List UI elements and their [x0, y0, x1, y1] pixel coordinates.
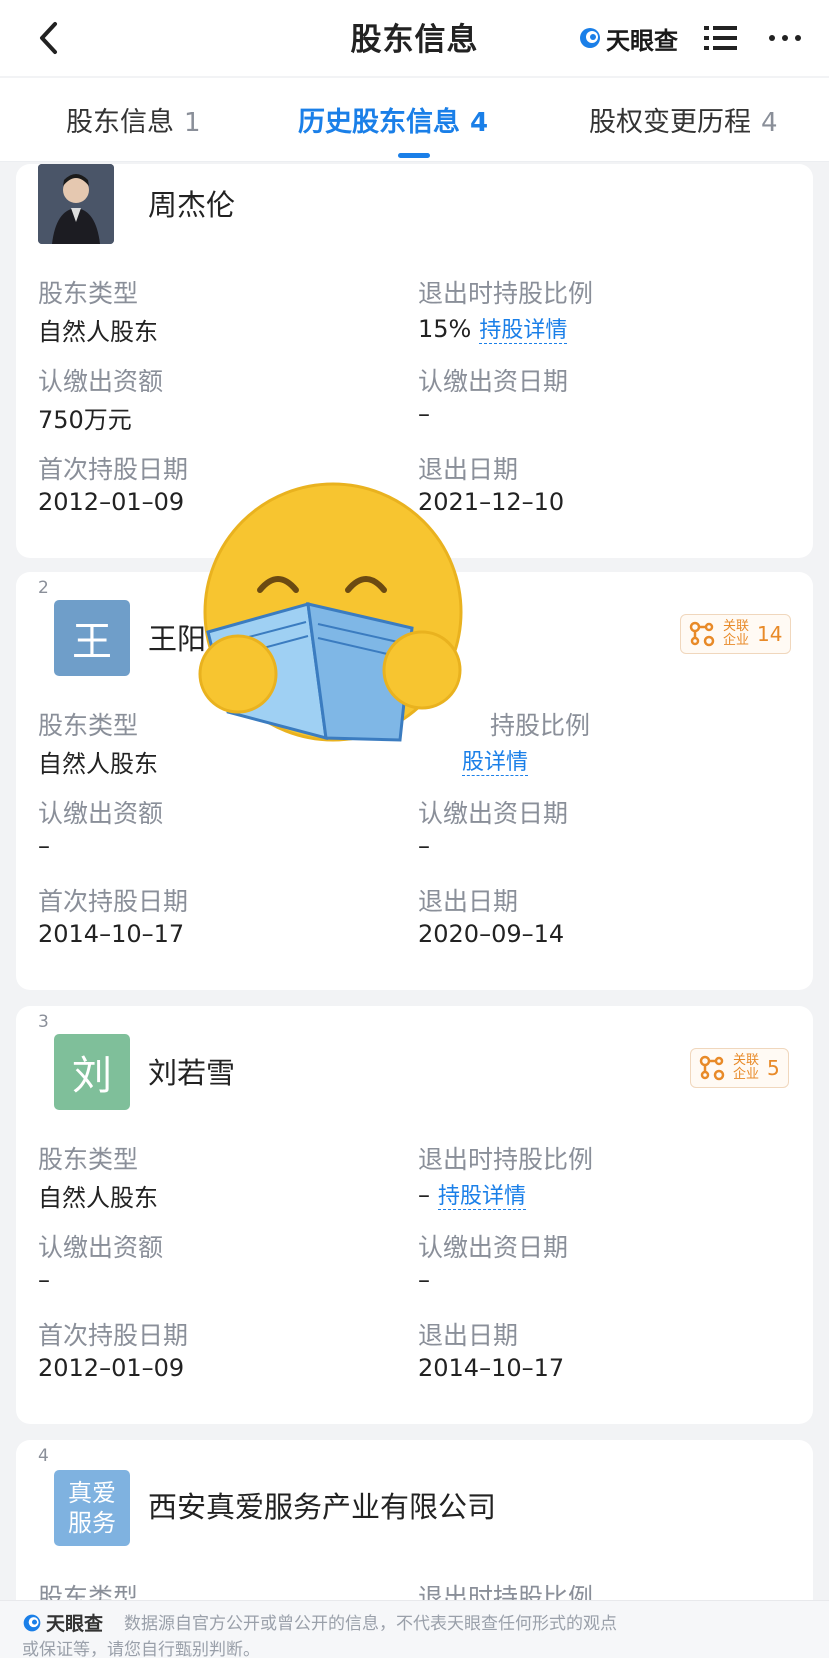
tab-count: 4	[470, 108, 489, 138]
related-companies-badge[interactable]: 关联企业 14	[680, 614, 792, 654]
field-label-type: 股东类型	[38, 279, 139, 308]
avatar: 王	[54, 600, 130, 676]
holding-detail-link[interactable]: 股详情	[462, 750, 529, 776]
field-value-first-date: 2012–01–09	[38, 1354, 185, 1382]
footer-brand-name: 天眼查	[46, 1613, 104, 1635]
field-value-contrib-date: –	[418, 400, 430, 428]
holding-detail-link[interactable]: 持股详情	[438, 1184, 527, 1210]
menu-icon[interactable]	[702, 20, 740, 56]
field-label-ratio: 退出时持股比例	[418, 279, 594, 308]
field-label-ratio: 持股比例	[490, 711, 591, 740]
network-icon	[699, 1055, 725, 1081]
field-value-contrib-date: –	[418, 832, 430, 860]
card-index: 3	[38, 1012, 49, 1032]
field-label-first-date: 首次持股日期	[38, 887, 189, 916]
shareholder-name[interactable]: 周杰伦	[148, 182, 235, 224]
network-icon	[689, 621, 715, 647]
field-label-exit-date: 退出日期	[418, 887, 519, 916]
related-companies-badge[interactable]: 关联企业 5	[690, 1048, 789, 1088]
shareholder-name[interactable]: 刘若雪	[148, 1050, 235, 1092]
field-value-ratio: – 持股详情	[418, 1178, 527, 1210]
tab-label: 历史股东信息	[298, 107, 460, 138]
badge-label: 关联企业	[732, 1053, 759, 1082]
tab-shareholder-info[interactable]: 股东信息 1	[66, 100, 201, 139]
tab-history-shareholders[interactable]: 历史股东信息 4	[298, 100, 488, 139]
avatar-line: 服务	[68, 1509, 116, 1537]
tab-count: 4	[761, 108, 778, 138]
field-label-exit-date: 退出日期	[418, 455, 519, 484]
field-value-first-date: 2014–10–17	[38, 920, 185, 948]
shareholder-card[interactable]: 3 刘 刘若雪 关联企业 5 股东类型 退出时持股比例 自然人股东 – 持股详情 …	[16, 1006, 813, 1424]
avatar-line: 真爱	[68, 1479, 116, 1507]
field-label-contrib-date: 认缴出资日期	[418, 799, 569, 828]
tianyancha-logo: 天眼查	[578, 20, 678, 56]
disclaimer-text: 数据源自官方公开或曾公开的信息，不代表天眼查任何形式的观点	[124, 1614, 617, 1634]
field-label-type: 股东类型	[38, 1145, 139, 1174]
field-value-exit-date: 2020–09–14	[418, 920, 565, 948]
brand-icon	[23, 1614, 41, 1631]
badge-count: 14	[757, 622, 783, 646]
footer-logo: 天眼查	[22, 1609, 103, 1636]
card-index: 4	[38, 1446, 49, 1466]
holding-detail-link[interactable]: 持股详情	[479, 318, 568, 344]
tab-bar: 股东信息 1 历史股东信息 4 股权变更历程 4	[0, 78, 829, 162]
field-value-amount: –	[38, 1266, 50, 1294]
field-label-ratio: 退出时持股比例	[418, 1145, 594, 1174]
disclaimer-text: 或保证等，请您自行甄别判断。	[22, 1640, 260, 1658]
tab-count: 1	[184, 108, 201, 138]
field-value-first-date: 2012–01–09	[38, 488, 185, 516]
field-label-first-date: 首次持股日期	[38, 1321, 189, 1350]
footer-disclaimer: 天眼查 数据源自官方公开或曾公开的信息，不代表天眼查任何形式的观点 或保证等，请…	[0, 1600, 829, 1658]
field-value-exit-date: 2014–10–17	[418, 1354, 565, 1382]
badge-count: 5	[767, 1056, 780, 1080]
field-value-amount: –	[38, 832, 50, 860]
field-label-exit-date: 退出日期	[418, 1321, 519, 1350]
field-value-amount: 750万元	[38, 406, 132, 434]
field-value-contrib-date: –	[418, 1266, 430, 1294]
field-value-type: 自然人股东	[38, 318, 158, 346]
field-value-type: 自然人股东	[38, 750, 158, 778]
brand-icon	[580, 28, 600, 48]
field-label-amount: 认缴出资额	[38, 799, 164, 828]
field-label-amount: 认缴出资额	[38, 367, 164, 396]
avatar: 刘	[54, 1034, 130, 1110]
brand-name: 天眼查	[606, 26, 678, 55]
top-bar: 股东信息 天眼查	[0, 0, 829, 76]
badge-label: 关联企业	[722, 619, 749, 648]
field-label-type: 股东类型	[38, 711, 139, 740]
back-icon[interactable]	[28, 16, 68, 60]
shareholder-name[interactable]: 西安真爱服务产业有限公司	[148, 1484, 496, 1526]
tab-label: 股权变更历程	[589, 107, 751, 138]
company-avatar: 真爱 服务	[54, 1470, 130, 1546]
active-tab-indicator	[398, 153, 430, 158]
ratio-text: –	[418, 1181, 430, 1209]
ratio-text: 15%	[418, 315, 472, 343]
tab-equity-change[interactable]: 股权变更历程 4	[589, 100, 778, 139]
card-index: 2	[38, 578, 49, 598]
reading-emoji-sticker	[198, 482, 463, 742]
tab-label: 股东信息	[66, 107, 174, 138]
avatar-photo	[38, 164, 114, 244]
field-label-contrib-date: 认缴出资日期	[418, 367, 569, 396]
field-value-ratio: 15% 持股详情	[418, 312, 568, 344]
field-label-first-date: 首次持股日期	[38, 455, 189, 484]
more-icon[interactable]	[760, 20, 810, 56]
field-label-contrib-date: 认缴出资日期	[418, 1233, 569, 1262]
field-label-amount: 认缴出资额	[38, 1233, 164, 1262]
field-value-type: 自然人股东	[38, 1184, 158, 1212]
